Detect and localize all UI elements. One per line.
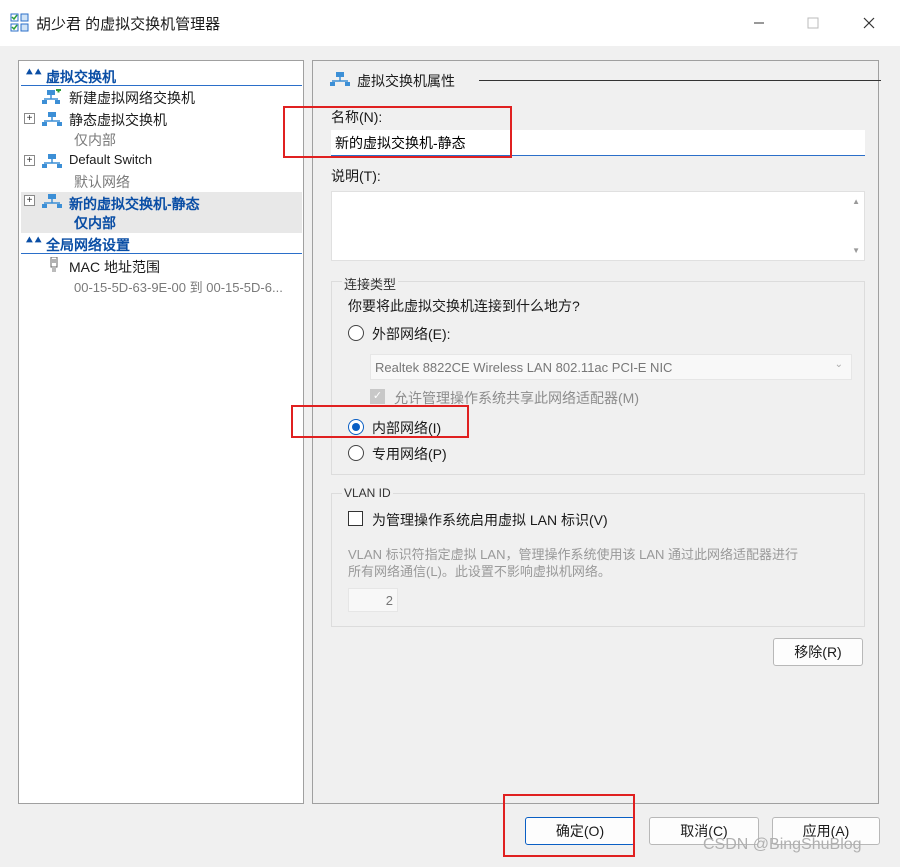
tree-item-label: Default Switch bbox=[69, 152, 153, 167]
enable-vlan-checkbox[interactable] bbox=[348, 511, 363, 526]
section-virtual-switches[interactable]: ⯅⯅ 虚拟交换机 bbox=[21, 66, 302, 86]
connection-type-title: 连接类型 bbox=[342, 274, 399, 293]
external-network-radio[interactable] bbox=[348, 325, 364, 341]
private-network-label: 专用网络(P) bbox=[372, 446, 447, 462]
private-network-radio[interactable] bbox=[348, 445, 364, 461]
vlan-description: VLAN 标识符指定虚拟 LAN，管理操作系统使用该 LAN 通过此网络适配器进… bbox=[348, 546, 860, 580]
tree-item-sublabel: 仅内部 bbox=[74, 132, 116, 148]
remove-button[interactable]: 移除(R) bbox=[773, 638, 863, 666]
tree-item-default-switch[interactable]: + Default Switch 默认网络 bbox=[21, 152, 302, 192]
annotation-box-ok bbox=[503, 794, 635, 857]
connection-question: 你要将此虚拟交换机连接到什么地方? bbox=[348, 298, 580, 314]
tree-item-label: 静态虚拟交换机 bbox=[69, 112, 167, 128]
network-switch-icon bbox=[42, 194, 62, 208]
vlan-group: VLAN ID 为管理操作系统启用虚拟 LAN 标识(V) VLAN 标识符指定… bbox=[331, 486, 865, 627]
title-bar: 胡少君 的虚拟交换机管理器 bbox=[0, 0, 900, 46]
expand-icon[interactable]: + bbox=[24, 195, 35, 206]
tree-item-static-switch[interactable]: + 静态虚拟交换机 仅内部 bbox=[21, 110, 302, 150]
enable-vlan-label: 为管理操作系统启用虚拟 LAN 标识(V) bbox=[372, 512, 608, 528]
new-network-switch-icon bbox=[42, 89, 61, 104]
mac-address-icon bbox=[50, 257, 58, 272]
expand-icon[interactable]: + bbox=[24, 155, 35, 166]
scroll-down-icon[interactable]: ▼ bbox=[852, 246, 860, 255]
minimize-icon[interactable] bbox=[736, 0, 782, 46]
maximize-icon[interactable] bbox=[790, 0, 836, 46]
tree-item-sublabel: 仅内部 bbox=[74, 215, 116, 231]
vlan-description-line2: 所有网络通信(L)。此设置不影响虚拟机网络。 bbox=[348, 564, 611, 579]
vlan-description-line1: VLAN 标识符指定虚拟 LAN，管理操作系统使用该 LAN 通过此网络适配器进… bbox=[348, 547, 798, 562]
scroll-up-icon[interactable]: ▲ bbox=[852, 197, 860, 206]
close-icon[interactable] bbox=[846, 0, 892, 46]
tree-item-label: MAC 地址范围 bbox=[69, 259, 160, 275]
section-label: 全局网络设置 bbox=[46, 237, 130, 253]
tree-item-sublabel: 00-15-5D-63-9E-00 到 00-15-5D-6... bbox=[74, 280, 283, 295]
tree-item-mac-range[interactable]: MAC 地址范围 00-15-5D-63-9E-00 到 00-15-5D-6.… bbox=[21, 257, 302, 297]
header-divider bbox=[479, 80, 881, 81]
allow-mgmt-checkbox[interactable]: ✓ bbox=[370, 389, 385, 404]
description-label: 说明(T): bbox=[331, 168, 381, 184]
collapse-chevron-icon[interactable]: ⯅⯅ bbox=[25, 235, 43, 248]
properties-title: 虚拟交换机属性 bbox=[357, 73, 455, 89]
network-switch-icon bbox=[330, 72, 350, 86]
vlan-group-title: VLAN ID bbox=[342, 486, 393, 500]
chevron-down-icon: ⌄ bbox=[834, 359, 843, 370]
expand-icon[interactable]: + bbox=[24, 113, 35, 124]
switch-manager-icon bbox=[10, 13, 29, 32]
nic-dropdown[interactable]: Realtek 8822CE Wireless LAN 802.11ac PCI… bbox=[370, 354, 852, 380]
collapse-chevron-icon[interactable]: ⯅⯅ bbox=[25, 67, 43, 80]
tree-item-new-static-switch[interactable]: + 新的虚拟交换机-静态 仅内部 bbox=[21, 192, 302, 233]
annotation-box-name bbox=[283, 106, 512, 158]
external-network-label: 外部网络(E): bbox=[372, 326, 451, 342]
section-label: 虚拟交换机 bbox=[46, 69, 116, 85]
window-title: 胡少君 的虚拟交换机管理器 bbox=[36, 16, 221, 33]
tree-item-label: 新建虚拟网络交换机 bbox=[69, 90, 195, 106]
description-scrollbar[interactable]: ▲ ▼ bbox=[848, 192, 864, 260]
tree-item-label: 新的虚拟交换机-静态 bbox=[69, 196, 200, 212]
nic-selected-value: Realtek 8822CE Wireless LAN 802.11ac PCI… bbox=[375, 360, 673, 375]
properties-header: 虚拟交换机属性 bbox=[329, 71, 881, 91]
connection-type-group: 连接类型 你要将此虚拟交换机连接到什么地方? 外部网络(E): Realtek … bbox=[331, 274, 865, 475]
annotation-box-internal bbox=[291, 405, 469, 438]
watermark: CSDN @BingShuBlog bbox=[703, 836, 862, 853]
switch-tree: ⯅⯅ 虚拟交换机 新建虚拟网络交换机 + 静态虚拟交换机 仅内部 + Defau… bbox=[18, 60, 304, 804]
network-switch-icon bbox=[42, 154, 62, 168]
section-global-network-settings[interactable]: ⯅⯅ 全局网络设置 bbox=[21, 234, 302, 254]
dialog-body: ⯅⯅ 虚拟交换机 新建虚拟网络交换机 + 静态虚拟交换机 仅内部 + Defau… bbox=[0, 46, 900, 867]
description-textarea[interactable]: ▲ ▼ bbox=[331, 191, 865, 261]
vlan-id-input[interactable]: 2 bbox=[348, 588, 398, 612]
network-switch-icon bbox=[42, 112, 62, 126]
tree-item-new-switch[interactable]: 新建虚拟网络交换机 bbox=[21, 88, 302, 108]
tree-item-sublabel: 默认网络 bbox=[74, 174, 130, 190]
